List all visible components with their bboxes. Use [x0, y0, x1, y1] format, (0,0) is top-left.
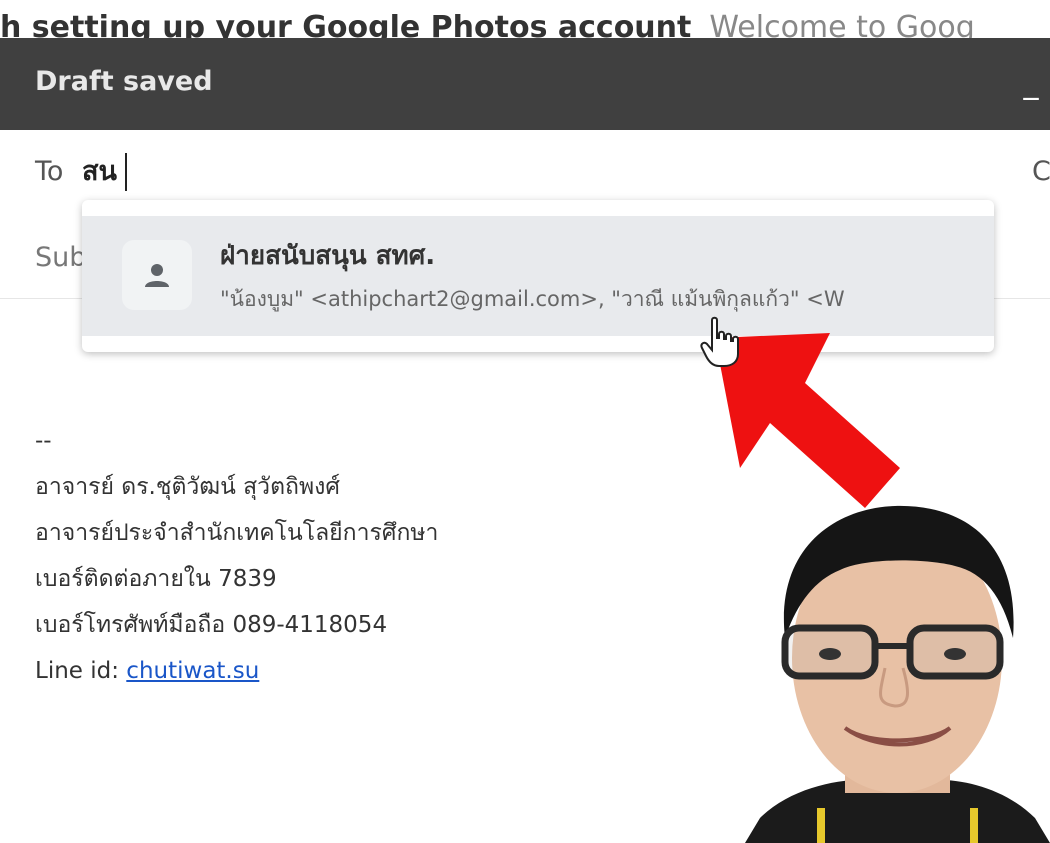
- suggestion-name: ฝ่ายสนับสนุน สทศ.: [220, 241, 436, 271]
- subject-label: Sub: [35, 242, 87, 273]
- text-caret: [125, 153, 127, 191]
- to-label: To: [35, 156, 64, 187]
- to-input[interactable]: [82, 150, 682, 194]
- signature-position: อาจารย์ประจำสำนักเทคโนโลยีการศึกษา: [35, 520, 439, 546]
- suggestion-members: "น้องบูม" <athipchart2@gmail.com>, "วาณี…: [220, 287, 845, 311]
- background-email-snippet: Welcome to Goog: [709, 10, 975, 38]
- signature-line-id: Line id: chutiwat.su: [35, 648, 438, 694]
- signature-mobile: เบอร์โทรศัพท์มือถือ 089-4118054: [35, 612, 388, 638]
- line-id-label: Line id:: [35, 658, 119, 684]
- signature-dashes: --: [35, 428, 52, 454]
- compose-title: Draft saved: [35, 66, 213, 97]
- line-id-link[interactable]: chutiwat.su: [126, 658, 259, 684]
- hand-cursor-icon: [700, 316, 739, 367]
- email-signature: -- อาจารย์ ดร.ชุติวัฒน์ สุวัตถิพงศ์ อาจา…: [35, 418, 438, 694]
- presenter-video: [745, 505, 1050, 843]
- signature-extension: เบอร์ติดต่อภายใน 7839: [35, 566, 277, 592]
- signature-name: อาจารย์ ดร.ชุติวัฒน์ สุวัตถิพงศ์: [35, 474, 340, 500]
- background-email-subject: h setting up your Google Photos account: [0, 10, 692, 38]
- background-email-text: h setting up your Google Photos account W…: [0, 8, 975, 38]
- cc-link[interactable]: C: [1032, 150, 1050, 194]
- person-icon: [145, 264, 169, 287]
- background-email-row: h setting up your Google Photos account W…: [0, 0, 1050, 38]
- contact-avatar: [122, 240, 192, 310]
- minimize-button[interactable]: _: [1012, 64, 1050, 104]
